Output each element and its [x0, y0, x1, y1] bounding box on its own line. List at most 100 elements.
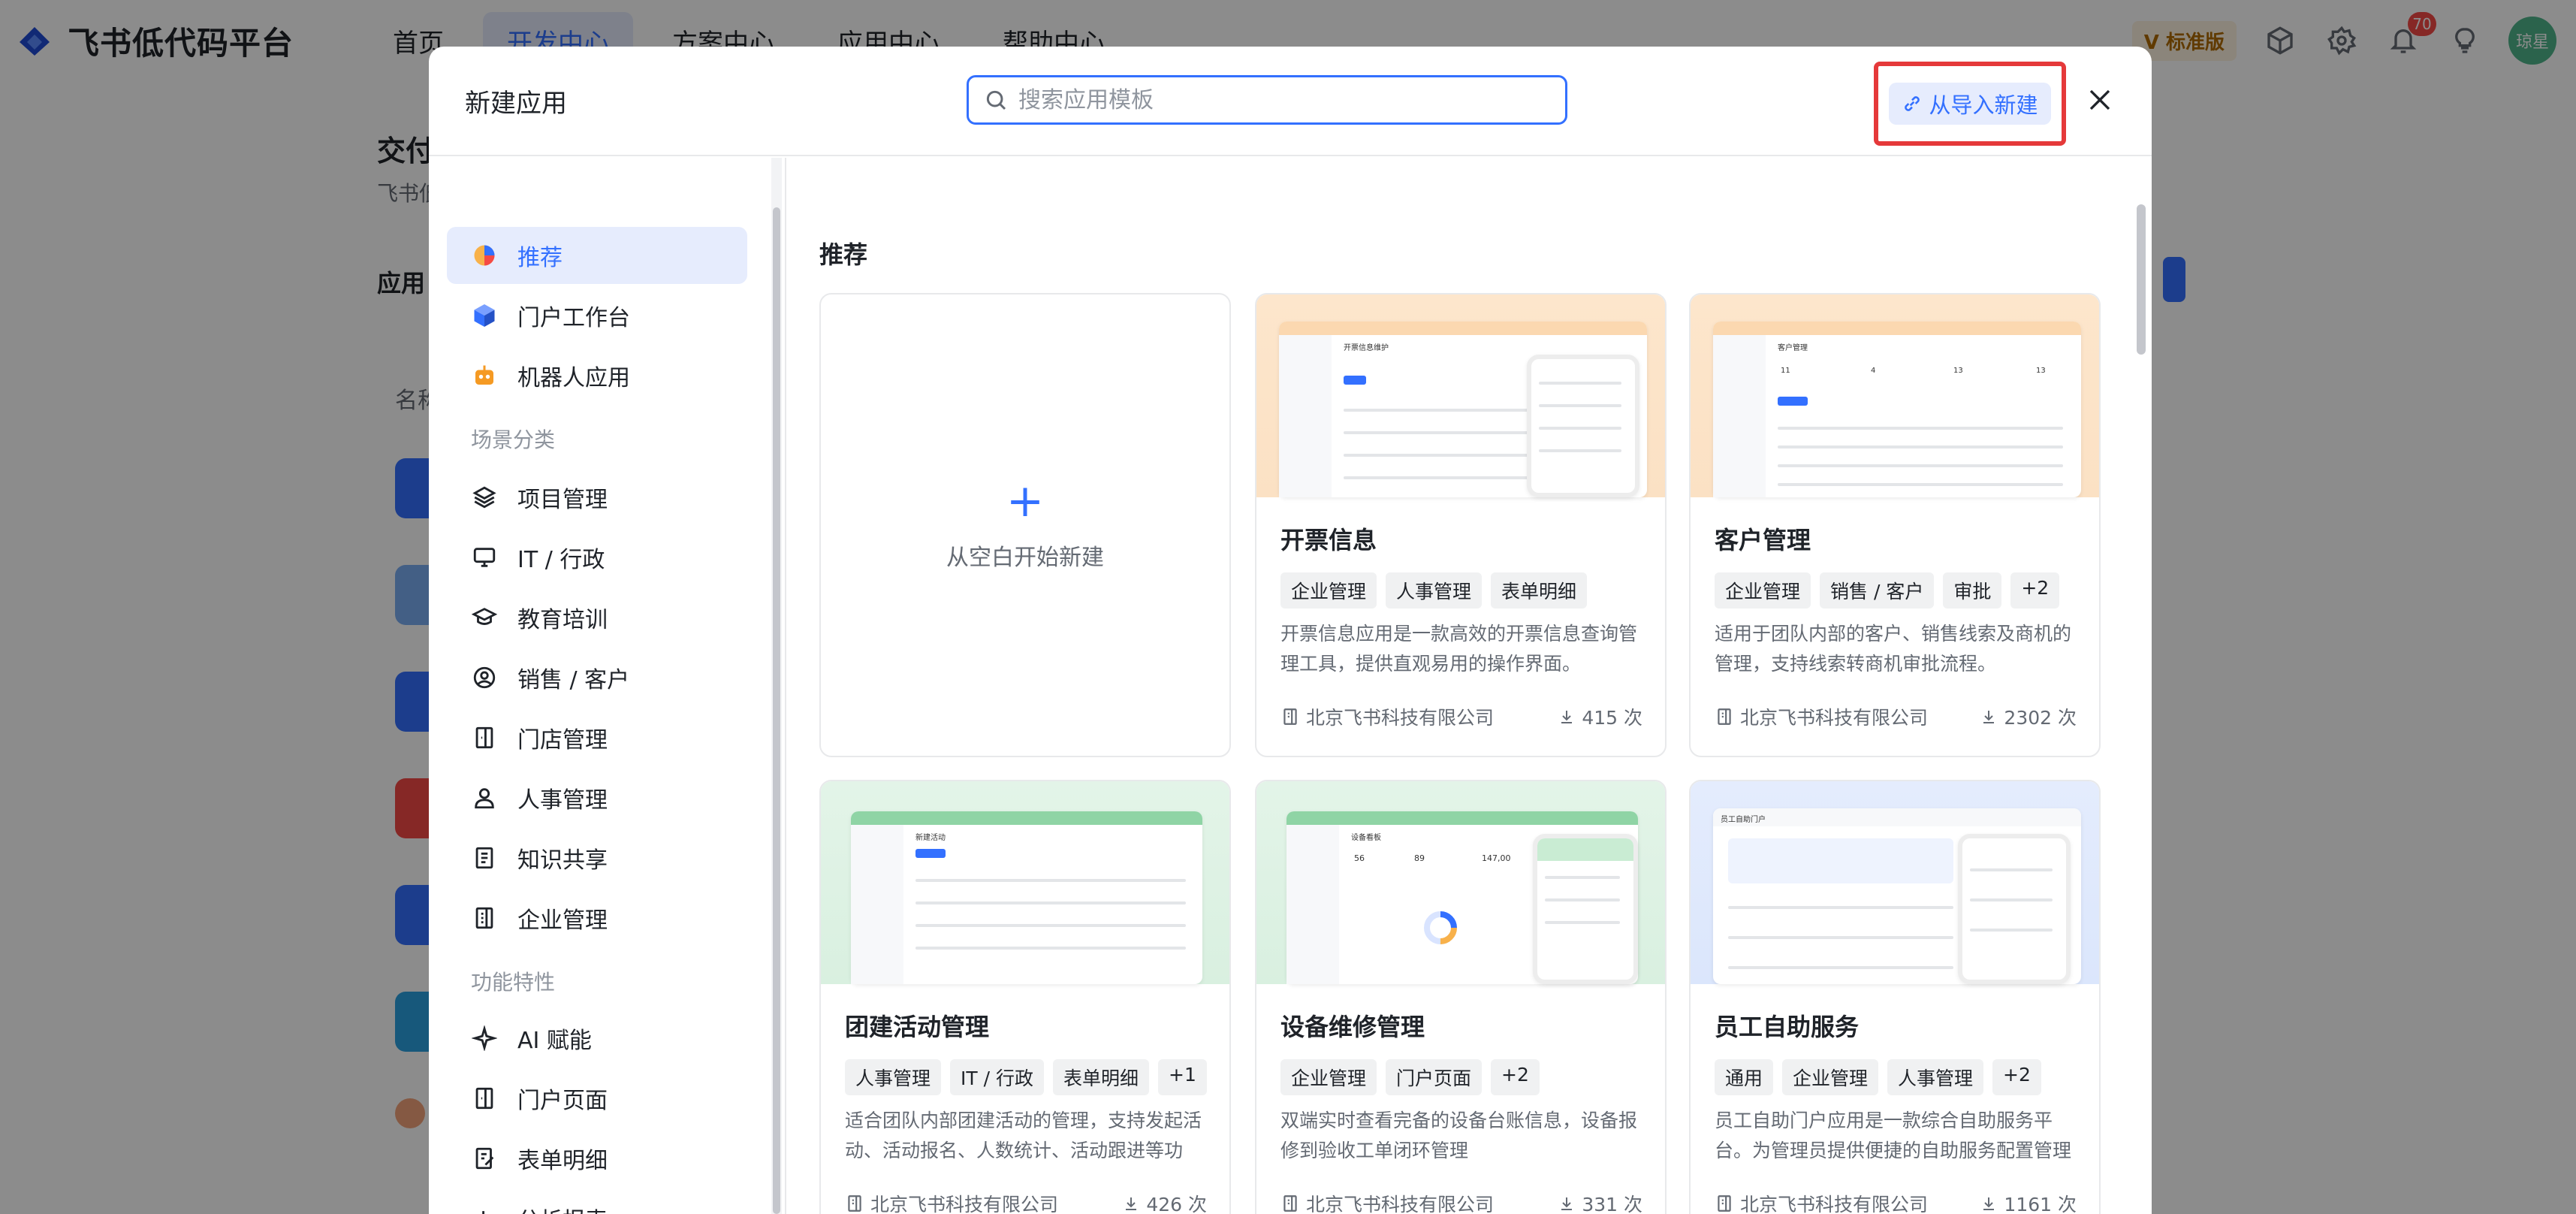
import-new-button[interactable]: 从导入新建 [1889, 83, 2051, 125]
preview-title: 开票信息维护 [1344, 344, 1389, 352]
sidebar-item-project[interactable]: 项目管理 [447, 469, 747, 526]
tag: +2 [2010, 572, 2060, 609]
sidebar-item-education[interactable]: 教育培训 [447, 589, 747, 646]
sidebar-item-ai[interactable]: AI 赋能 [447, 1010, 747, 1067]
sidebar-item-label: 门户工作台 [517, 305, 630, 331]
tag: 人事管理 [1386, 572, 1483, 609]
blank-template-card[interactable]: + 从空白开始新建 [819, 293, 1231, 757]
group-label-scenes: 场景分类 [471, 427, 556, 452]
tag: 企业管理 [1280, 572, 1377, 609]
preview-stat: 13 [1953, 367, 1963, 375]
sidebar-item-enterprise[interactable]: 企业管理 [447, 889, 747, 947]
template-description: 员工自助门户应用是一款综合自助服务平台。为管理员提供便捷的自助服务配置管理能力… [1715, 1110, 2072, 1161]
template-downloads: 415 次 [1558, 703, 1642, 730]
template-tags: 通用 企业管理 人事管理 +2 [1715, 1059, 2041, 1095]
template-downloads: 426 次 [1122, 1190, 1207, 1214]
tag: +2 [1992, 1059, 2041, 1095]
tag: 通用 [1715, 1059, 1774, 1095]
close-button[interactable] [2081, 81, 2119, 119]
preview-stat: 4 [1871, 367, 1876, 375]
sidebar-item-form[interactable]: 表单明细 [447, 1130, 747, 1187]
sidebar-item-label: 知识共享 [517, 847, 608, 874]
sidebar-item-robot[interactable]: 机器人应用 [447, 347, 747, 404]
preview-stat: 11 [1781, 367, 1790, 375]
tag: 企业管理 [1715, 572, 1811, 609]
building-icon [1283, 708, 1297, 725]
blank-template-label: 从空白开始新建 [946, 545, 1104, 571]
template-description: 双端实时查看完备的设备台账信息，设备报修到验收工单闭环管理 [1280, 1110, 1638, 1161]
preview-title: 客户管理 [1778, 344, 1808, 352]
publisher-name: 北京飞书科技有限公司 [1306, 1194, 1495, 1214]
search-icon [986, 90, 1006, 110]
tag: 审批 [1943, 572, 2002, 609]
modal-header: 新建应用 从导入新建 [429, 47, 2152, 156]
sidebar-item-portal-page[interactable]: 门户页面 [447, 1070, 747, 1127]
sidebar-item-sales[interactable]: 销售 / 客户 [447, 649, 747, 706]
chart-icon [469, 1203, 499, 1214]
preview-stat: 13 [2036, 367, 2046, 375]
template-card-invoice[interactable]: 开票信息维护 开票信息 企业管理 人事管理 表单明细 开票信息应用是一款高效的开… [1255, 293, 1667, 757]
template-card-team-event[interactable]: 新建活动 团建活动管理 人事管理 IT / 行政 表单明细 +1 适合团队内部团… [819, 780, 1231, 1214]
template-preview: 开票信息维护 [1256, 294, 1665, 497]
tag: +2 [1491, 1059, 1540, 1095]
preview-title: 新建活动 [915, 834, 946, 842]
sidebar-scroll-thumb[interactable] [773, 207, 780, 1214]
template-card-customer[interactable]: 客户管理 11 4 13 13 客户管理 企业管理 销售 / 客户 审批 +2 [1689, 293, 2101, 757]
template-list: 推荐 + 从空白开始新建 开票信息维护 开票信息 企业管理 人事管理 表单明细 … [786, 158, 2138, 1214]
template-list-scrollbar[interactable] [2134, 159, 2147, 1214]
sidebar-item-report[interactable]: 分析报表 [447, 1190, 747, 1214]
sparkle-icon [469, 1023, 499, 1053]
template-publisher: 北京飞书科技有限公司 [1715, 703, 1928, 730]
sidebar-item-hr[interactable]: 人事管理 [447, 769, 747, 826]
sidebar-item-label: 门户页面 [517, 1088, 608, 1114]
import-highlight: 从导入新建 [1874, 62, 2066, 146]
sidebar-item-label: 表单明细 [517, 1148, 608, 1174]
sidebar-scrollbar[interactable] [771, 158, 782, 1214]
sidebar-item-recommend[interactable]: 推荐 [447, 227, 747, 284]
template-publisher: 北京飞书科技有限公司 [845, 1190, 1058, 1214]
donut-chart-icon [1424, 911, 1457, 944]
tag: 表单明细 [1052, 1059, 1149, 1095]
sidebar-item-label: 门店管理 [517, 727, 608, 753]
door-icon [469, 1083, 499, 1113]
preview-title: 员工自助门户 [1721, 816, 1766, 824]
tag: +1 [1158, 1059, 1207, 1095]
template-preview: 设备看板 56 89 147,00 [1256, 781, 1665, 984]
template-preview: 新建活动 [821, 781, 1229, 984]
template-search[interactable] [967, 75, 1567, 125]
template-description: 开票信息应用是一款高效的开票信息查询管理工具，提供直观易用的操作界面。 [1280, 623, 1638, 675]
tag: 企业管理 [1280, 1059, 1377, 1095]
section-title: 推荐 [819, 240, 868, 269]
template-footer: 北京飞书科技有限公司 415 次 [1280, 703, 1642, 730]
sidebar-item-label: 教育培训 [517, 607, 608, 633]
tag: 销售 / 客户 [1820, 572, 1935, 609]
template-scroll-thumb[interactable] [2137, 204, 2146, 355]
search-input[interactable] [1018, 86, 1544, 113]
preview-mobile [1958, 834, 2071, 984]
preview-window: 新建活动 [851, 811, 1202, 984]
tag: 表单明细 [1491, 572, 1588, 609]
download-icon [1983, 1197, 1995, 1210]
template-card-employee-service[interactable]: 员工自助门户 员工自助服务 通用 企业管理 人事管理 +2 员工自助门户应用是一… [1689, 780, 2101, 1214]
cube-icon [469, 300, 499, 331]
sidebar-item-portal[interactable]: 门户工作台 [447, 287, 747, 344]
sidebar-item-it-admin[interactable]: IT / 行政 [447, 529, 747, 586]
import-new-label: 从导入新建 [1929, 92, 2038, 118]
template-preview: 员工自助门户 [1691, 781, 2099, 984]
store-icon [469, 723, 499, 753]
robot-icon [469, 361, 499, 391]
preview-title: 设备看板 [1351, 834, 1381, 842]
template-card-device-repair[interactable]: 设备看板 56 89 147,00 设备维修管理 企业管理 门户页面 +2 双端… [1255, 780, 1667, 1214]
building-icon [1718, 708, 1731, 725]
publisher-name: 北京飞书科技有限公司 [1740, 1194, 1929, 1214]
user-circle-icon [469, 663, 499, 693]
template-title: 团建活动管理 [845, 1013, 990, 1041]
template-publisher: 北京飞书科技有限公司 [1280, 703, 1494, 730]
sidebar-item-label: 项目管理 [517, 487, 608, 513]
preview-stat: 56 [1354, 853, 1365, 863]
template-footer: 北京飞书科技有限公司 426 次 [845, 1190, 1207, 1214]
monitor-icon [469, 542, 499, 572]
sidebar-item-knowledge[interactable]: 知识共享 [447, 829, 747, 886]
template-title: 设备维修管理 [1280, 1013, 1425, 1041]
sidebar-item-store[interactable]: 门店管理 [447, 709, 747, 766]
